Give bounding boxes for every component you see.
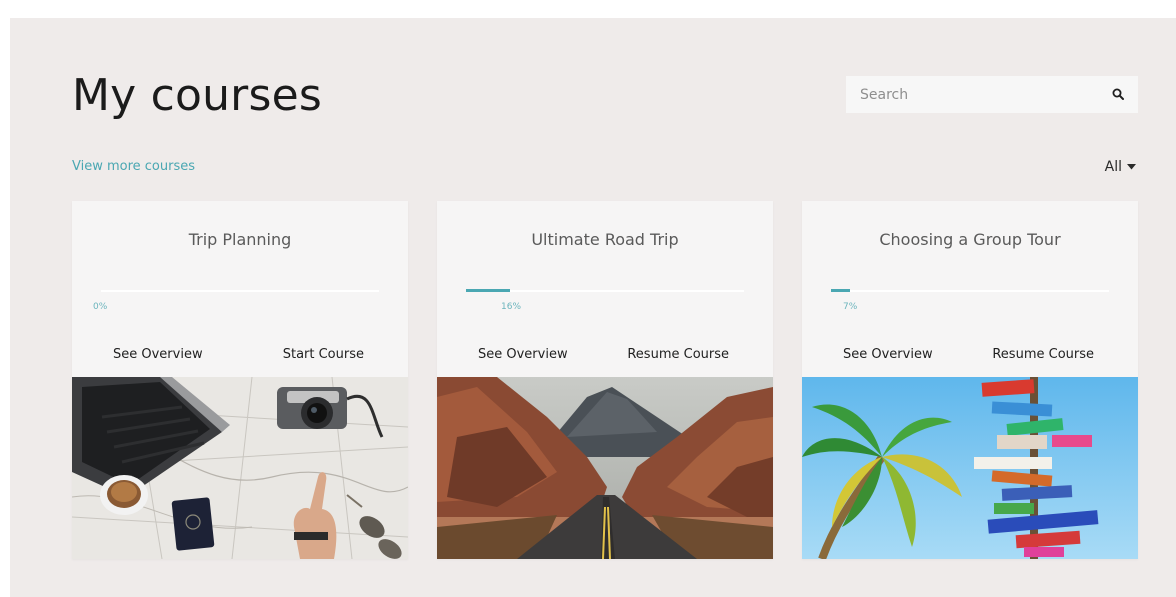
course-card-ultimate-road-trip: Ultimate Road Trip 16% See Overview Resu… [437,201,773,559]
course-actions: See Overview Resume Course [478,347,729,362]
palm-signpost-photo [802,377,1138,559]
page-title: My courses [72,70,322,121]
search-input[interactable] [846,76,1110,113]
course-progress-fill [831,289,851,292]
travel-desk-photo [72,377,408,559]
course-progress-bar [466,289,744,292]
desert-road-photo [437,377,773,559]
course-progress-fill [466,289,511,292]
search-icon[interactable] [1112,88,1124,100]
resume-course-link[interactable]: Resume Course [992,347,1094,362]
course-progress-label: 16% [501,302,522,312]
course-filter-dropdown[interactable]: All [1105,159,1136,175]
course-image-ultimate-road-trip[interactable] [437,377,773,559]
course-actions: See Overview Start Course [113,347,364,362]
course-actions: See Overview Resume Course [843,347,1094,362]
course-image-choosing-a-group-tour[interactable] [802,377,1138,559]
course-image-trip-planning[interactable] [72,377,408,559]
course-progress-label: 0% [93,302,108,312]
course-title: Ultimate Road Trip [531,230,679,249]
course-progress-bar [831,289,1109,292]
start-course-link[interactable]: Start Course [283,347,364,362]
course-progress-label: 7% [843,302,858,312]
search-box [846,76,1138,113]
see-overview-link[interactable]: See Overview [478,347,568,362]
course-filter-label: All [1104,159,1122,175]
course-title: Choosing a Group Tour [879,230,1061,249]
see-overview-link[interactable]: See Overview [113,347,203,362]
course-card-choosing-a-group-tour: Choosing a Group Tour 7% See Overview Re… [802,201,1138,559]
course-title: Trip Planning [188,230,292,249]
course-progress-bar [101,290,379,292]
view-more-courses-link[interactable]: View more courses [72,159,195,174]
course-card-trip-planning: Trip Planning 0% See Overview Start Cour… [72,201,408,559]
resume-course-link[interactable]: Resume Course [627,347,729,362]
my-courses-page: My courses View more courses All Trip Pl… [10,18,1176,597]
see-overview-link[interactable]: See Overview [843,347,933,362]
caret-down-icon [1127,164,1136,170]
